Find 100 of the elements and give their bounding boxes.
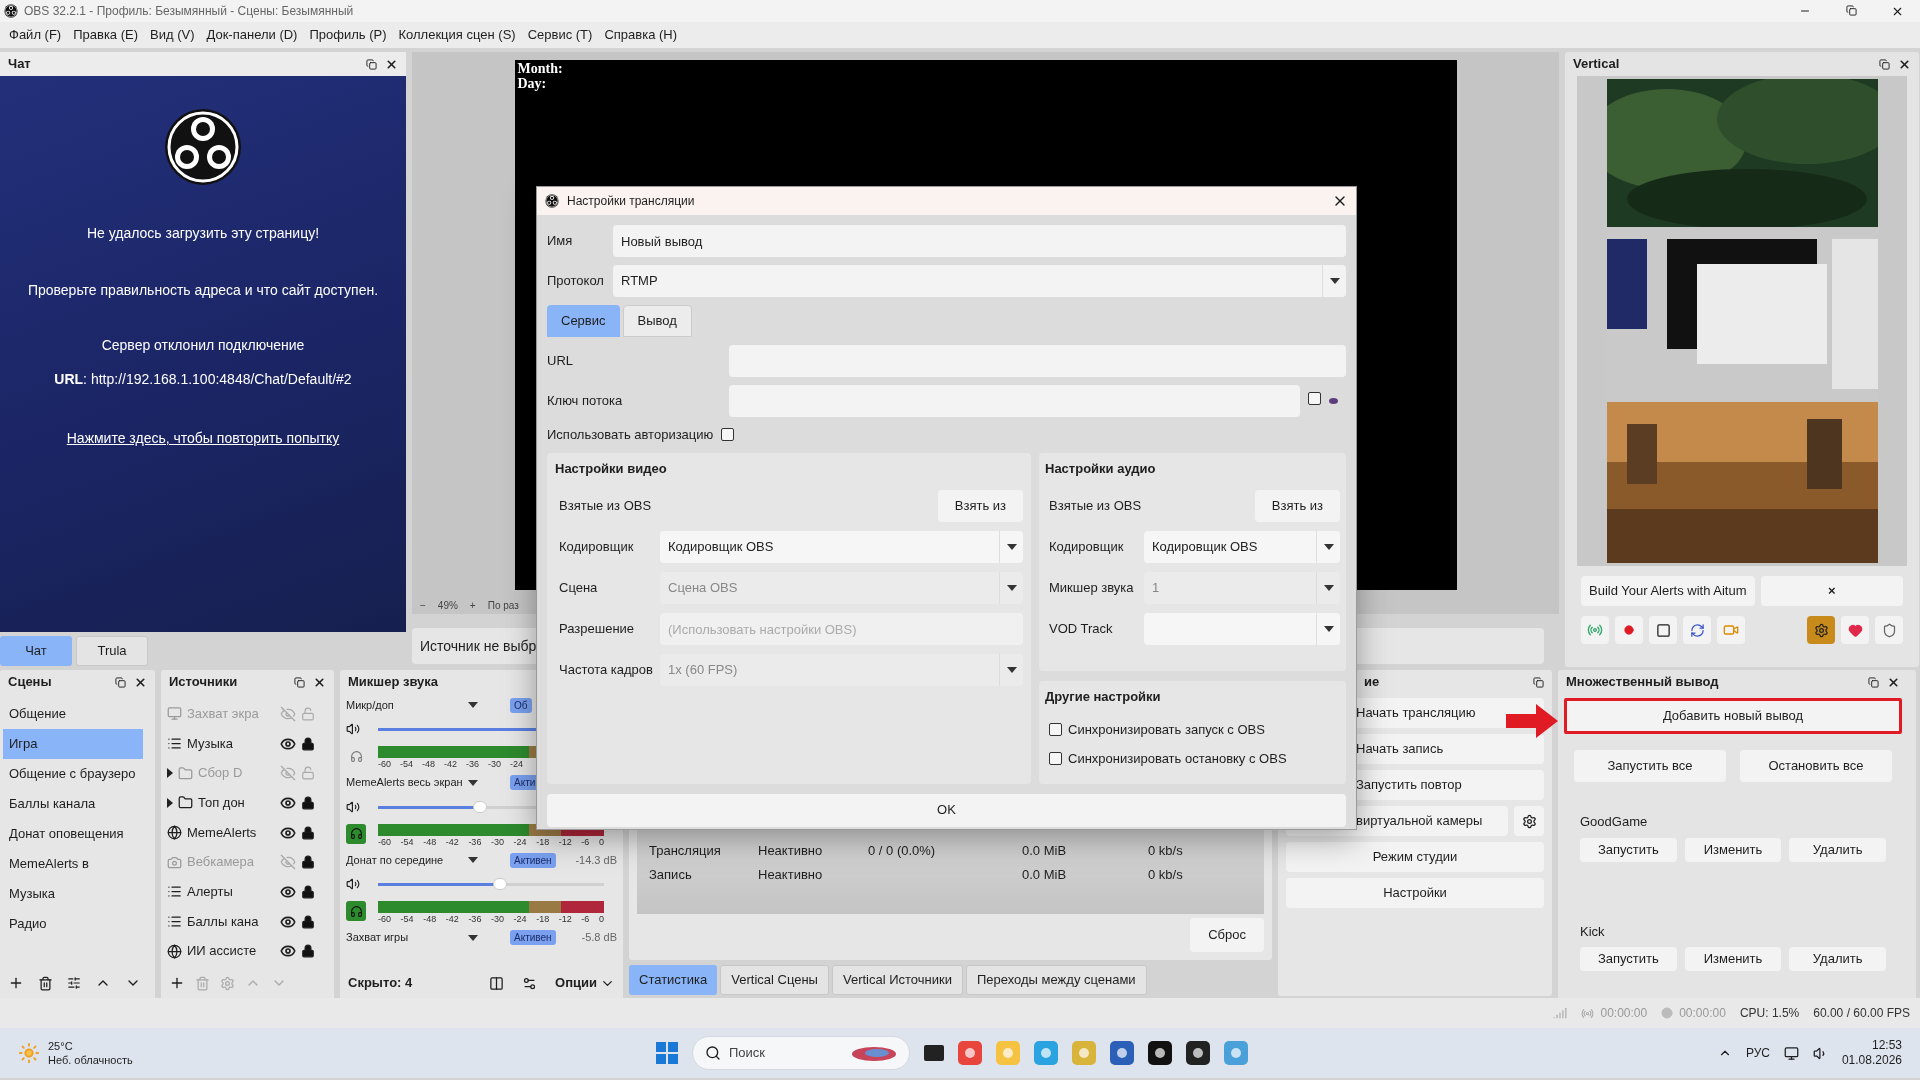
source-item[interactable]: Баллы кана [167,906,315,937]
retry-link[interactable]: Нажмите здесь, чтобы повторить попытку [66,428,340,449]
name-field[interactable]: Новый вывод [613,225,1346,257]
dock-tab[interactable]: Vertical Источники [831,965,963,995]
stats-cell-text: Неактивно [758,866,824,885]
menu-item[interactable]: Вид (V) [144,25,201,45]
dock-title: Множественный вывод [1566,673,1719,692]
scene-item[interactable]: Баллы канала [3,789,143,819]
source-item[interactable]: Топ дон [167,788,315,818]
dock-title: Микшер звука [348,673,439,692]
scene-item[interactable]: Музыка [3,879,143,909]
source-name: Топ дон [198,794,246,813]
scale-label: -6 [581,835,590,849]
zoom-level: 49% [437,599,458,613]
scene-item[interactable]: Донат оповещения [3,819,143,849]
dropdown[interactable]: Кодировщик OBS [660,531,1023,563]
menu-item[interactable]: Правка (E) [67,25,145,45]
url-text: URL: http://192.168.1.100:4848/Chat/Default/#2 [54,370,352,389]
field-label: URL [547,352,574,371]
scene-item[interactable]: Общение с браузеро [3,759,143,789]
fit-button[interactable]: По раз [487,598,519,613]
volume-reading: -5.8 dB [581,930,617,946]
alerts-button[interactable]: Build Your Alerts with Aitum [1581,576,1755,606]
dock-tab[interactable]: Переходы между сценами [966,965,1147,995]
control-button[interactable]: Режим студии [1286,842,1544,872]
search-field[interactable]: Поиск [692,1036,910,1070]
scale-label: -42 [445,913,459,926]
source-name: Алерты [187,883,234,902]
scale-label: -54 [400,835,414,849]
reset-button[interactable]: Сброс [1190,918,1264,952]
dock-tab[interactable]: Статистика [629,965,718,995]
output-button[interactable]: Запустить [1580,947,1677,971]
start-all-button[interactable]: Запустить все [1574,750,1726,782]
scene-item[interactable]: MemeAlerts в [3,849,143,879]
scale-label: -60 [378,913,391,926]
source-item[interactable]: ИИ ассисте [167,936,315,966]
stats-cell-text: Неактивно [758,842,824,861]
control-button[interactable]: Настройки [1286,878,1544,908]
clock-date[interactable]: 01.08.2026 [1841,1053,1902,1068]
zoom-in-button[interactable]: + [469,598,476,613]
field-label: Разрешение [559,620,636,639]
overlay-text: Month: [517,61,564,76]
scene-item[interactable]: Общение [3,699,143,729]
output-button[interactable]: Удалить [1789,947,1886,971]
stop-all-button[interactable]: Остановить все [1740,750,1892,782]
menu-item[interactable]: Сервис (T) [521,25,599,45]
dock-tab[interactable]: Чат [0,636,72,666]
take-from-button[interactable]: Взять из [937,490,1023,522]
resolution-field[interactable]: (Использовать настройки OBS) [660,613,1023,645]
output-button[interactable]: Изменить [1684,837,1782,862]
source-name: MemeAlerts [187,823,258,842]
close-button[interactable]: × [1760,576,1903,606]
zoom-out-button[interactable]: − [420,598,426,613]
source-item[interactable]: Алерты [167,877,315,907]
status-badge: Об [510,697,532,713]
field-label: Кодировщик [1049,538,1125,557]
menu-item[interactable]: Коллекция сцен (S) [392,25,522,45]
tab[interactable]: Сервис [547,305,620,337]
scene-item[interactable]: Игра [3,729,143,759]
stats-cell: 0 / 0 (0.0%) [868,843,936,859]
ok-button[interactable]: OK [547,793,1346,827]
source-status: Источник не выбр [420,636,537,656]
output-button[interactable]: Удалить [1789,837,1886,862]
scene-item[interactable]: Радио [3,909,143,939]
status-badge: Активен [510,852,556,868]
field-label: Взятые из OBS [559,497,653,516]
menu-item[interactable]: Файл (F) [3,25,68,45]
field-label: Ключ потока [547,392,624,411]
tab[interactable]: Вывод [622,305,692,337]
dropdown[interactable]: Кодировщик OBS [1144,531,1340,563]
volume-reading: -14.3 dB [575,852,617,868]
options-button[interactable]: Опции [555,973,615,993]
source-item[interactable]: Музыка [167,728,315,759]
source-item[interactable]: MemeAlerts [167,817,315,848]
take-from-button[interactable]: Взять из [1254,490,1340,522]
output-button[interactable]: Запустить [1580,837,1677,862]
dock-tab[interactable]: Trula [76,636,148,666]
menu-item[interactable]: Док-панели (D) [200,25,304,45]
output-name: GoodGame [1580,813,1649,831]
stream-time: 00:00:00 [1600,1005,1648,1022]
scale-label: -36 [468,913,482,926]
scale-label: -48 [422,758,436,771]
add-output-button[interactable]: Добавить новый вывод [1564,698,1902,734]
scale-label: -54 [400,913,414,926]
error-message: Сервер отклонил подключение [101,336,305,355]
dock-tab[interactable]: Vertical Сцены [720,965,829,995]
output-button[interactable]: Изменить [1684,947,1782,971]
checkbox-label: Синхронизировать остановку с OBS [1068,749,1287,768]
field-label: Имя [547,232,574,251]
scale-label: -18 [536,835,550,849]
record-time: 00:00:00 [1679,1005,1726,1022]
protocol-dropdown[interactable]: RTMP [613,265,1346,297]
language-indicator[interactable]: РУС [1745,1044,1770,1062]
clock-time[interactable]: 12:53 [1871,1038,1902,1053]
menu-item[interactable]: Профиль (P) [303,25,393,45]
scale-label: -36 [466,758,480,771]
scale-label: -24 [513,835,527,849]
cpu-usage: CPU: 1.5% [1739,1005,1800,1022]
menu-item[interactable]: Справка (H) [598,25,684,45]
scale-label: -42 [445,835,459,849]
